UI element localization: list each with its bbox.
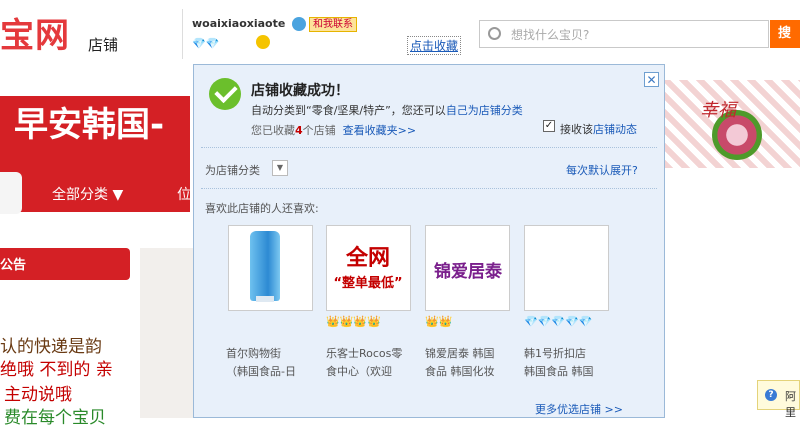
shop-logo[interactable]: 宝网: [0, 16, 70, 56]
shop-updates-link[interactable]: 店铺动态: [593, 123, 637, 136]
search-button[interactable]: 搜: [770, 20, 800, 48]
nav-all-categories[interactable]: 全部分类 ▼: [52, 184, 123, 204]
product-name-line: （韩国食品-日: [226, 365, 296, 378]
product-name-line: 食品 韩国化妆: [425, 365, 495, 378]
product-name[interactable]: 首尔购物街 （韩国食品-日: [226, 345, 318, 381]
chevron-down-icon[interactable]: ▼: [272, 160, 288, 176]
also-like-label: 喜欢此店铺的人还喜欢:: [205, 202, 319, 215]
shop-banner-title: 早安韩国-: [14, 105, 165, 145]
product-name-line: 锦爱居泰 韩国: [425, 347, 495, 360]
shop-logo-suffix: 店铺: [88, 36, 119, 54]
crown-rating-icon: 👑👑: [425, 315, 453, 328]
product-name[interactable]: 锦爱居泰 韩国 食品 韩国化妆: [425, 345, 517, 381]
category-prefix: 自动分类到“零食/坚果/特产”，您还可以: [251, 104, 446, 117]
view-favorites-link[interactable]: 查看收藏夹>>: [343, 124, 416, 137]
custom-category-link[interactable]: 自己为店铺分类: [446, 104, 523, 117]
product-name-line: 韩国食品 韩国: [524, 365, 594, 378]
divider: [201, 188, 657, 189]
product-logo-text: 锦爱居泰: [434, 262, 502, 282]
contact-seller-button[interactable]: 和我联系: [309, 17, 357, 32]
close-icon[interactable]: ✕: [644, 72, 659, 87]
notice-line: 绝哦 不到的 亲: [0, 360, 113, 380]
receive-updates-label: 接收该店铺动态: [560, 121, 637, 137]
product-name-line: 乐客士Rocos零: [326, 347, 403, 360]
product-name[interactable]: 韩1号折扣店 韩国食品 韩国: [524, 345, 616, 381]
crown-rating-icon: 👑👑👑👑: [326, 315, 381, 328]
content-panel: [140, 248, 200, 418]
category-message: 自动分类到“零食/坚果/特产”，您还可以自己为店铺分类: [251, 102, 523, 118]
collected-count: 4: [295, 124, 303, 137]
notice-line: 费在每个宝贝: [4, 408, 106, 428]
collected-message: 您已收藏4个店铺 查看收藏夹>>: [251, 122, 416, 138]
product-logo-text: 全网: [345, 246, 390, 271]
collected-prefix: 您已收藏: [251, 124, 295, 137]
diamond-rating-icon: 💎💎: [192, 37, 220, 50]
more-shops-link[interactable]: 更多优选店铺 >>: [535, 401, 623, 417]
divider: [201, 147, 657, 148]
default-expand-link[interactable]: 每次默认展开?: [566, 162, 638, 178]
receive-prefix: 接收该: [560, 123, 593, 136]
receive-updates-checkbox[interactable]: ✓: [543, 120, 555, 132]
collected-suffix: 个店铺: [302, 124, 336, 137]
popup-title: 店铺收藏成功！: [251, 83, 349, 99]
notice-label: 公告: [0, 258, 27, 273]
add-favorite-link[interactable]: 点击收藏: [407, 36, 462, 55]
help-icon: ?: [765, 389, 777, 401]
diamond-rating-icon: 💎💎💎💎💎: [524, 315, 593, 328]
product-name-line: 食中心（欢迎: [326, 365, 392, 378]
category-select-label: 为店铺分类: [205, 164, 260, 177]
notice-line: 认的快递是韵: [0, 337, 102, 357]
nav-left-tab[interactable]: [0, 172, 22, 214]
search-input[interactable]: 想找什么宝贝?: [511, 26, 589, 43]
product-image[interactable]: [524, 225, 609, 311]
thumbs-up-icon: [256, 35, 270, 49]
banner-deco-text: 幸福: [700, 100, 736, 121]
product-name-line: 首尔购物街: [226, 347, 281, 360]
product-tube-cap: [256, 296, 274, 302]
product-name-line: 韩1号折扣店: [524, 347, 586, 360]
nav-item-partial[interactable]: 位: [177, 184, 191, 204]
notice-line: 主动说哦: [4, 385, 72, 405]
product-tube-image: [250, 231, 280, 301]
product-name[interactable]: 乐客士Rocos零 食中心（欢迎: [326, 345, 418, 381]
chat-label[interactable]: 阿里: [785, 388, 800, 420]
wangwang-icon[interactable]: [292, 17, 306, 31]
product-logo-subtext: “整单最低”: [333, 276, 403, 291]
search-icon: [488, 27, 501, 40]
seller-username[interactable]: woaixiaoxiaote: [192, 17, 285, 30]
